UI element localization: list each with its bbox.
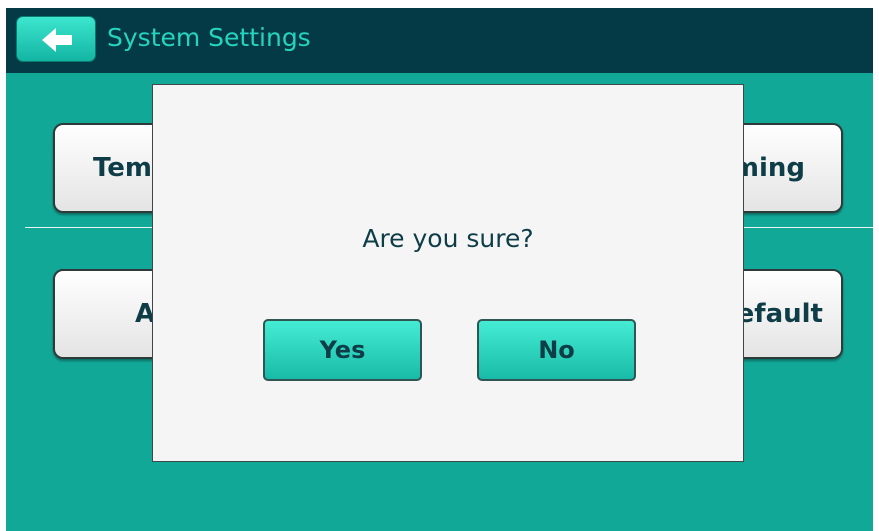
- settings-screen: System Settings Temperature Timing About…: [6, 8, 873, 531]
- back-button[interactable]: [16, 16, 96, 62]
- page-title: System Settings: [107, 23, 311, 52]
- no-button[interactable]: No: [477, 319, 636, 381]
- header-bar: System Settings: [6, 8, 873, 73]
- confirm-dialog: Are you sure? Yes No: [152, 84, 744, 462]
- dialog-message: Are you sure?: [362, 224, 534, 253]
- arrow-left-icon: [42, 28, 72, 52]
- yes-button[interactable]: Yes: [263, 319, 422, 381]
